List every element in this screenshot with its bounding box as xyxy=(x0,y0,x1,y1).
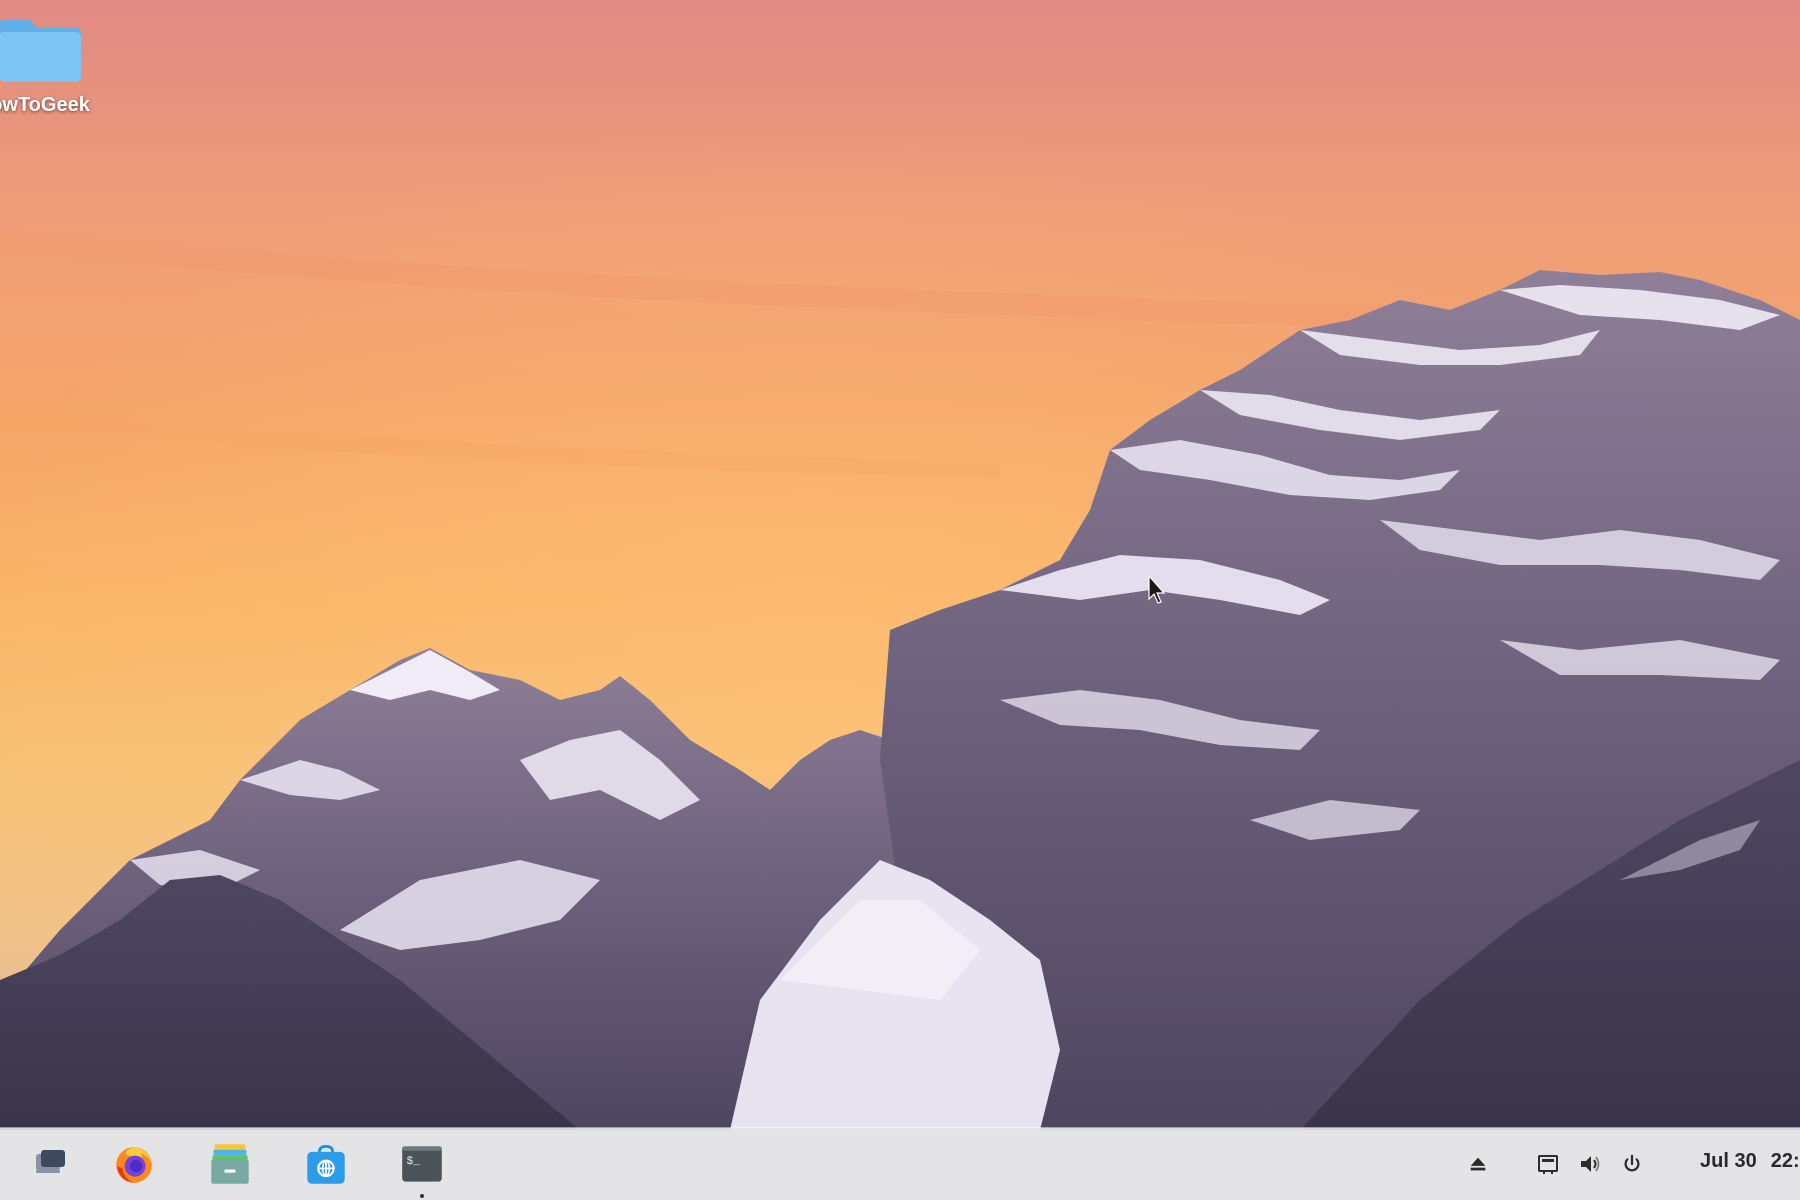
workspaces-icon xyxy=(36,1150,65,1173)
folder-icon xyxy=(0,20,81,82)
power-button[interactable] xyxy=(1616,1146,1648,1182)
software-store-icon xyxy=(307,1145,345,1184)
files-icon xyxy=(211,1144,249,1184)
terminal-glyph: $_ xyxy=(407,1156,421,1168)
desktop-folder[interactable]: owToGeek xyxy=(0,18,100,117)
desktop[interactable]: owToGeek $_ Jul 30 22: xyxy=(0,0,1800,1200)
mountain-wallpaper xyxy=(0,0,1800,1200)
workspaces-button[interactable] xyxy=(26,1140,74,1188)
folder-label: owToGeek xyxy=(0,94,90,116)
network-icon xyxy=(1538,1155,1558,1174)
firefox-button[interactable] xyxy=(110,1140,158,1188)
volume-button[interactable] xyxy=(1574,1146,1606,1182)
clock-date: Jul 30 xyxy=(1700,1150,1757,1172)
mouse-cursor xyxy=(1148,575,1166,604)
network-button[interactable] xyxy=(1532,1146,1564,1182)
running-indicator xyxy=(420,1194,424,1198)
taskbar: $_ Jul 30 22: xyxy=(0,1128,1800,1200)
power-icon xyxy=(1624,1154,1640,1172)
firefox-icon xyxy=(116,1147,152,1183)
files-button[interactable] xyxy=(206,1140,254,1188)
eject-button[interactable] xyxy=(1462,1146,1494,1182)
clock-time: 22: xyxy=(1770,1150,1800,1172)
eject-icon xyxy=(1470,1157,1486,1171)
volume-icon xyxy=(1581,1156,1600,1172)
terminal-icon: $_ xyxy=(402,1146,442,1182)
software-store-button[interactable] xyxy=(302,1140,350,1188)
terminal-button[interactable]: $_ xyxy=(398,1140,446,1198)
clock[interactable]: Jul 30 22: xyxy=(1700,1150,1800,1173)
